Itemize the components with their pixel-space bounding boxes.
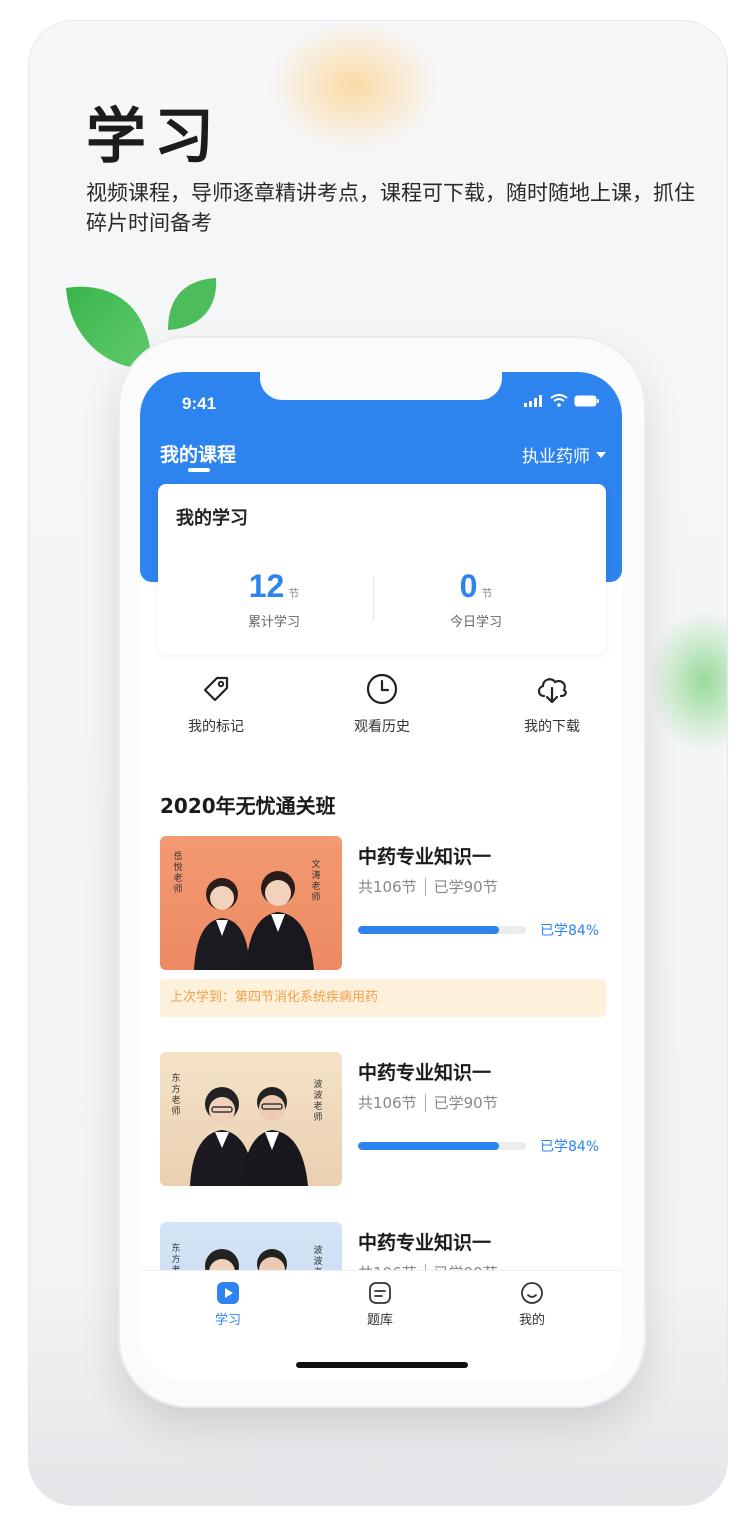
- home-indicator: [296, 1362, 468, 1368]
- study-summary-card: 我的学习 12 节 累计学习 0节 今日学习: [158, 484, 606, 654]
- course-progress-label: 已学84%: [540, 1139, 600, 1155]
- course-progress-fill: [358, 1142, 500, 1150]
- stat-total-unit: 节: [288, 587, 300, 600]
- status-time: 9:41: [182, 394, 217, 413]
- nav-item-study-label: 学习: [214, 1313, 241, 1328]
- nav-item-question-bank-label: 题库: [366, 1313, 393, 1328]
- section-title: 2020年无忧通关班: [160, 794, 336, 818]
- course-title: 中药专业知识一: [358, 1062, 492, 1084]
- question-bank-icon: [369, 1282, 391, 1304]
- teacher-tag: 波波老师: [313, 1080, 323, 1123]
- promo-headline: 学习: [86, 102, 222, 172]
- wifi-icon: [550, 394, 568, 407]
- decor-glow-orange: [269, 21, 439, 151]
- quick-watch-history-label: 观看历史: [354, 719, 410, 735]
- study-card-title: 我的学习: [176, 508, 248, 529]
- quick-my-marks[interactable]: 我的标记: [156, 672, 276, 736]
- battery-icon: [574, 395, 599, 406]
- course-learned-lessons: 已学90节: [433, 878, 498, 896]
- course-thumbnail: 岳悦老师 文涛老师: [160, 836, 342, 970]
- stat-total: 12 节 累计学习: [194, 568, 354, 630]
- decor-glow-green: [649, 611, 727, 751]
- signal-icon: [524, 394, 542, 407]
- course-item[interactable]: 岳悦老师 文涛老师 中药专业知识一 共106节 已学90节 已学84%: [160, 836, 606, 970]
- course-meta: 共106节已学90节: [358, 876, 498, 897]
- course-item[interactable]: 东方老师 波波老师 中药专业知识一 共106节 已学90节 已学84%: [160, 1052, 606, 1186]
- course-progress-bar: [358, 1142, 526, 1150]
- status-icons: [524, 394, 600, 407]
- tab-my-courses[interactable]: 我的课程: [160, 440, 236, 467]
- course-thumbnail: 东方老师 波波老师: [160, 1052, 342, 1186]
- quick-my-marks-label: 我的标记: [188, 719, 244, 735]
- stat-total-label: 累计学习: [247, 615, 300, 630]
- profile-icon: [521, 1282, 543, 1304]
- course-meta: 共106节已学90节: [358, 1092, 498, 1113]
- course-title: 中药专业知识一: [358, 1232, 492, 1254]
- exam-selector-label: 执业药师: [522, 447, 590, 467]
- teacher-tag: 东方老师: [171, 1074, 181, 1117]
- course-progress-bar: [358, 926, 526, 934]
- course-progress-fill: [358, 926, 500, 934]
- nav-item-mine-label: 我的: [518, 1313, 545, 1328]
- cloud-download-icon: [537, 678, 567, 704]
- app-screen: 9:41 我的课程 执业药师 我的学习 12 节 累计学习 0节 今日学习 我的…: [140, 372, 622, 1380]
- course-total-lessons: 共106节: [358, 1094, 417, 1112]
- course-total-lessons: 共106节: [358, 878, 417, 896]
- promo-subline: 视频课程，导师逐章精讲考点，课程可下载，随时随地上课，抓住碎片时间备考: [86, 181, 695, 235]
- quick-my-downloads[interactable]: 我的下载: [492, 672, 612, 736]
- stat-total-value: 12: [248, 568, 285, 604]
- exam-selector[interactable]: 执业药师: [522, 442, 606, 467]
- course-progress-label: 已学84%: [540, 923, 600, 939]
- stat-today-value: 0: [459, 568, 478, 604]
- caret-down-icon: [596, 451, 606, 458]
- quick-my-downloads-label: 我的下载: [524, 719, 580, 735]
- stat-today-unit: 节: [481, 587, 493, 600]
- last-study-banner[interactable]: 上次学到：第四节消化系统疾病用药: [160, 979, 606, 1017]
- teacher-tag: 岳悦老师: [173, 852, 183, 895]
- course-learned-lessons: 已学90节: [433, 1094, 498, 1112]
- stat-today: 0节 今日学习: [396, 568, 556, 630]
- course-title: 中药专业知识一: [358, 846, 492, 868]
- phone-notch: [260, 372, 502, 400]
- tab-active-indicator: [188, 468, 210, 472]
- nav-item-mine[interactable]: 我的: [492, 1281, 572, 1328]
- teacher-tag: 文涛老师: [311, 860, 321, 903]
- stat-divider: [373, 576, 374, 620]
- stat-today-label: 今日学习: [449, 615, 502, 630]
- leaf-small-icon: [168, 278, 217, 330]
- nav-item-study[interactable]: 学习: [188, 1281, 268, 1328]
- play-icon: [217, 1282, 239, 1304]
- nav-item-question-bank[interactable]: 题库: [340, 1281, 420, 1328]
- tag-icon: [203, 676, 229, 702]
- quick-watch-history[interactable]: 观看历史: [322, 672, 442, 736]
- clock-icon: [366, 673, 398, 705]
